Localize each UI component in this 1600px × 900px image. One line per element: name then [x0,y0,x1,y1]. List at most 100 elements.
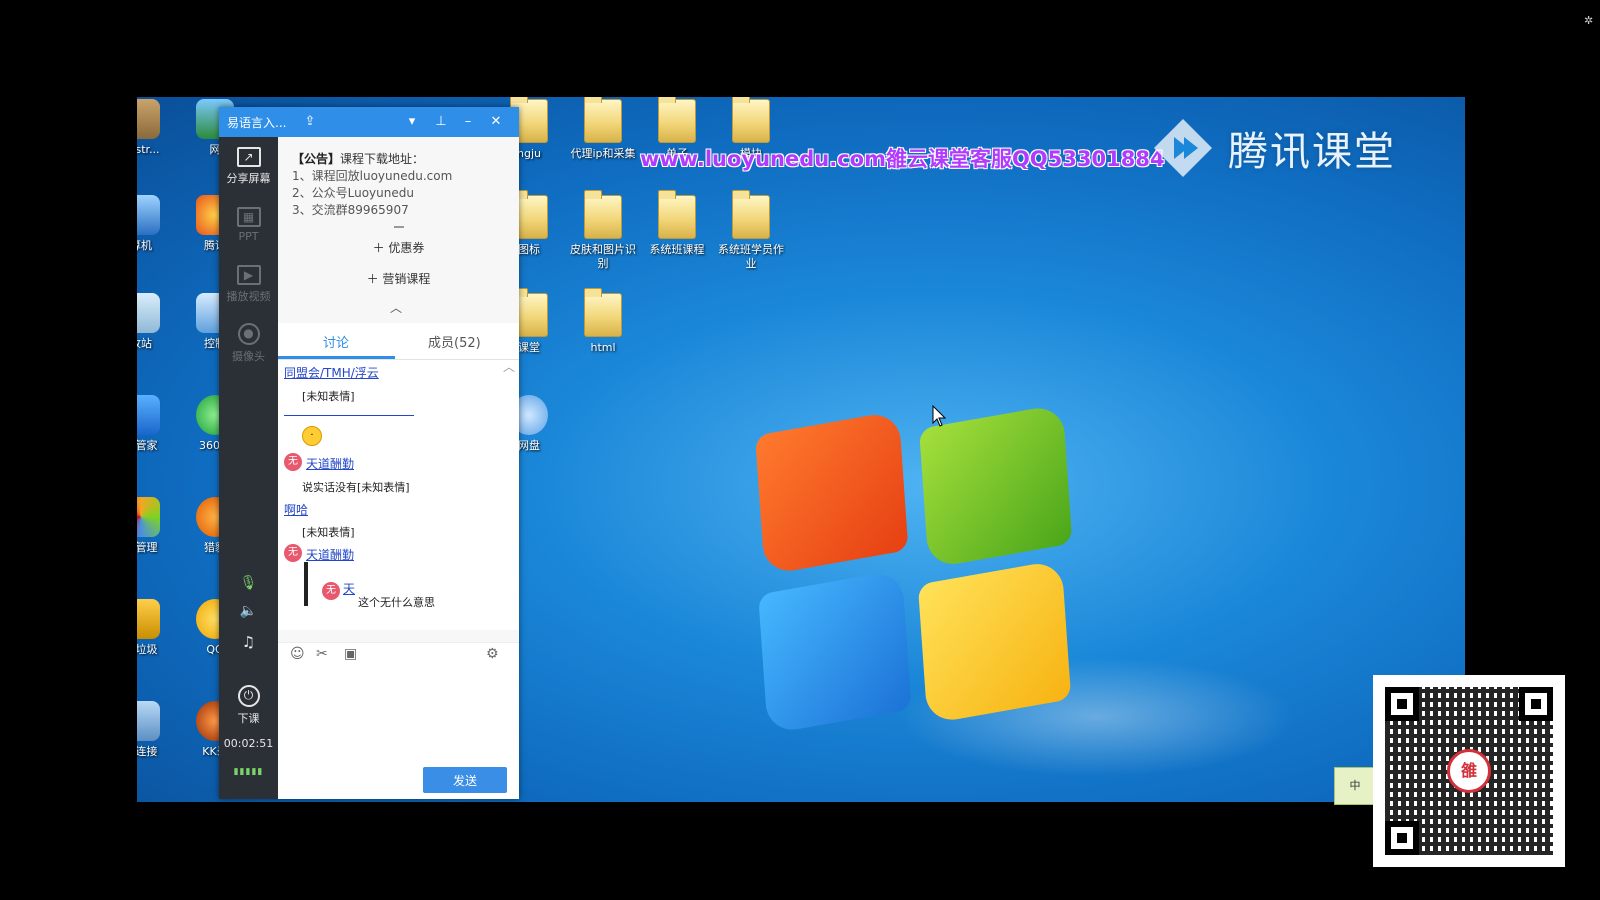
marketing-course-button[interactable]: ＋ 营销课程 [278,270,519,287]
chat-sender[interactable]: 天道酬勤 [306,455,354,472]
user-icon [137,99,160,139]
pin-icon[interactable]: ⊥ [432,113,450,131]
quote-bar [304,562,308,606]
chat-sender[interactable]: 啊哈 [284,501,308,518]
qr-finder [1385,687,1419,721]
tab-members[interactable]: 成员(52) [428,332,481,351]
scissors-icon[interactable]: ✂ [316,646,328,662]
desktop-icon-computer[interactable]: 算机 [137,195,179,253]
minimize-icon[interactable]: – [459,113,477,131]
desktop-icon-course[interactable]: 系统班课程 [639,190,715,257]
play-video-button[interactable]: ▶ 播放视频 [219,265,278,304]
close-icon[interactable]: ︿ [503,358,515,375]
windows-logo [747,378,1107,767]
tab-discuss[interactable]: 讨论 [323,332,349,351]
announcement: 【公告】课程下载地址： 1、课程回放luoyunedu.com 2、公众号Luo… [292,151,452,219]
shield-icon [137,395,160,435]
side-panel: 【公告】课程下载地址： 1、课程回放luoyunedu.com 2、公众号Luo… [278,137,519,799]
qr-finder [1519,687,1553,721]
watermark-url: www.luoyunedu.com雒云课堂客服QQ53301884 [640,147,1165,171]
announcement-heading: 课程下载地址： [340,152,425,166]
logo-pane-red [755,410,909,576]
broom-icon [137,599,160,639]
chat-message: 说实话没有[未知表情] [302,481,410,494]
chat-message: [未知表情] [302,390,355,403]
desktop-icon-pc-manager[interactable]: 脑管家 [137,395,179,453]
chat-sender[interactable]: 同盟会/TMH/浮云 [284,364,379,381]
active-tab-indicator [278,356,395,359]
chat-list: ︿ 同盟会/TMH/浮云 [未知表情] · 无 天道酬勤 说实话没有[未知表情]… [278,360,519,630]
ppt-icon: ▦ [236,207,261,227]
divider [284,415,414,416]
camera-button[interactable]: ● 摄像头 [219,323,278,364]
record-indicator-icon: ✲ [1584,14,1594,27]
play-video-icon: ▶ [236,265,261,285]
title-bar: 易语言入... ⇪ ▾ ⊥ – ✕ [219,107,519,137]
chat-message: 这个无什么意思 [358,596,435,609]
share-screen-icon: ↗ [236,147,261,167]
ime-indicator[interactable]: 中 [1334,767,1376,805]
folder-icon [584,97,622,143]
announcement-line: 1、课程回放luoyunedu.com [292,169,453,183]
power-icon: ⏻ [237,685,260,707]
share-icon[interactable]: ⇪ [301,113,319,131]
qr-seal-logo: 雒 [1447,749,1491,793]
desktop-icon-software-manager[interactable]: 件管理 [137,497,179,555]
logo-pane-yellow [917,559,1072,725]
ppt-button[interactable]: ▦ PPT [219,207,278,243]
close-icon[interactable]: ✕ [487,113,505,131]
panel-tabs: 讨论 成员(52) [278,323,519,360]
camera-icon: ● [237,323,260,345]
desktop-icon-html[interactable]: html [565,288,641,355]
brand-name: 腾讯课堂 [1228,129,1396,175]
collapse-handle[interactable] [394,226,404,228]
announcement-line: 2、公众号Luoyunedu [292,186,414,200]
emoji-icon: · [302,426,322,446]
tencent-classroom-logo: 腾讯课堂 [1152,117,1396,179]
announcement-line: 3、交流群89965907 [292,203,409,217]
folder-icon [584,288,622,337]
folder-icon [584,190,622,239]
desktop-icon-skin[interactable]: 皮肤和图片识别 [565,190,641,271]
network-icon [137,701,160,741]
qr-finder [1385,821,1419,855]
play-logo-icon [1152,117,1214,179]
music-icon[interactable]: ♫ [219,633,278,651]
logo-pane-green [919,403,1073,569]
desktop-icon-recycle[interactable]: 收站 [137,293,179,351]
desktop-icon-cleaner[interactable]: 理垃圾 [137,599,179,657]
announcement-tag: 【公告】 [292,152,341,166]
speaker-icon[interactable]: 🔈 [219,603,278,619]
emoji-picker-icon[interactable]: ☺ [290,646,305,662]
gear-icon[interactable]: ⚙ [486,646,499,662]
class-timer: 00:02:51 [223,737,274,750]
chat-message: [未知表情] [302,526,355,539]
message-input[interactable]: 发送 [278,667,519,799]
logo-pane-blue [758,569,912,735]
recycle-bin-icon [137,293,160,333]
teacher-toolbar: ↗ 分享屏幕 ▦ PPT ▶ 播放视频 ● 摄像头 🎙 🔈 ♫ ⏻ 下课 00:… [219,137,278,799]
mouse-cursor-icon [932,405,946,427]
desktop-icon-homework[interactable]: 系统班学员作业 [713,190,789,271]
share-screen-button[interactable]: ↗ 分享屏幕 [219,147,278,186]
image-icon[interactable]: ▣ [344,646,357,662]
desktop-icon-broadband[interactable]: 带连接 [137,701,179,759]
software-manager-icon [137,497,160,537]
desktop-icon-admin[interactable]: inistr... [137,99,179,157]
folder-icon [732,190,770,239]
coupon-button[interactable]: ＋ 优惠券 [278,239,519,256]
chevron-up-icon[interactable]: ︿ [390,299,402,316]
folder-icon [658,97,696,143]
input-toolbar: ☺ ✂ ▣ ⚙ [278,642,519,667]
end-class-button[interactable]: ⏻ 下课 [219,685,278,726]
chevron-down-icon[interactable]: ▾ [403,113,421,131]
send-button[interactable]: 发送 [423,767,507,793]
classroom-window: 易语言入... ⇪ ▾ ⊥ – ✕ ↗ 分享屏幕 ▦ PPT ▶ 播放视频 ● … [219,107,519,799]
microphone-icon[interactable]: 🎙 [219,575,278,591]
chat-sender[interactable]: 天道酬勤 [306,546,354,563]
avatar: 无 [284,544,302,562]
window-title: 易语言入... [227,116,287,130]
avatar: 无 [284,453,302,471]
desktop-icon-proxy[interactable]: 代理ip和采集 [565,97,641,161]
signal-meter: ▮▮▮▮▮ [233,767,264,777]
